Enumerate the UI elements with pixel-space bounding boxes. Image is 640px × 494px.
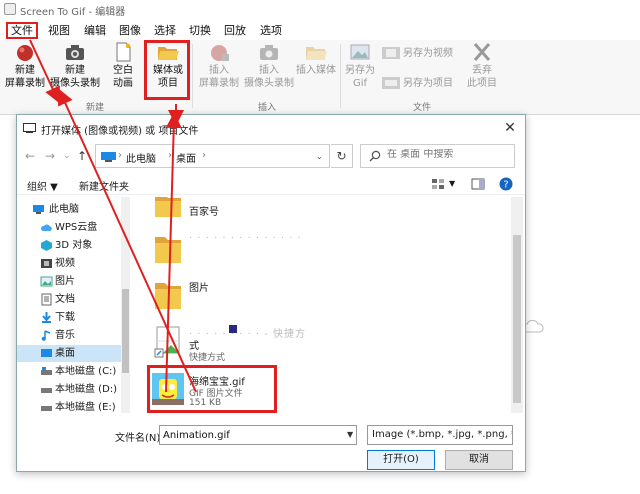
arrow-menu-to-new <box>29 39 60 104</box>
arrow-gif-to-new <box>58 88 197 393</box>
arrow-gif-to-media <box>165 112 182 393</box>
annotation-arrows <box>29 39 197 393</box>
